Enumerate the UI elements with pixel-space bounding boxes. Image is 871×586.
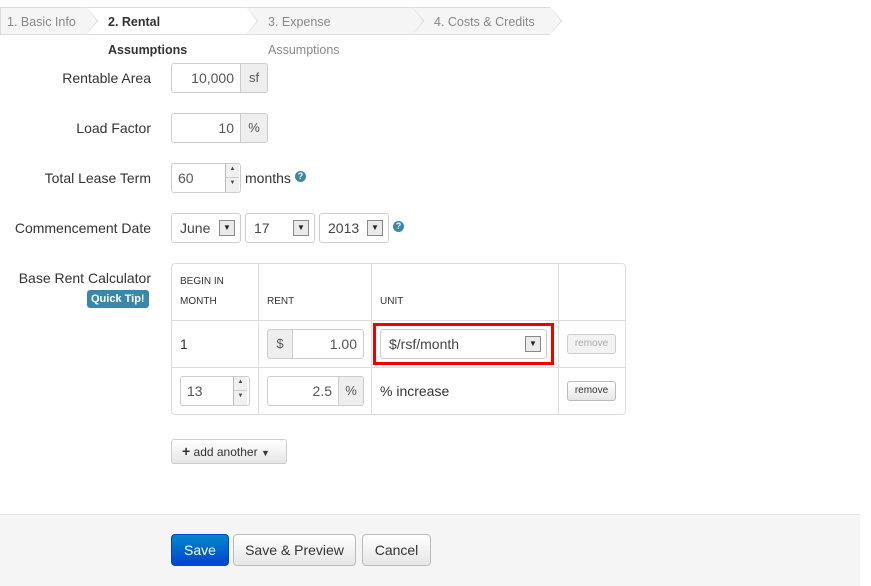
step-costs-credits[interactable]: 4. Costs & Credits	[412, 7, 562, 35]
lease-term-label: Total Lease Term	[44, 170, 151, 186]
month-select[interactable]: June ▼	[171, 213, 241, 243]
plus-icon: +	[182, 443, 191, 459]
highlight-box	[373, 323, 554, 365]
percent-addon: %	[338, 376, 364, 406]
spin-up-icon[interactable]: ▲	[226, 164, 239, 178]
row-divider	[172, 367, 625, 368]
column-divider	[258, 264, 259, 414]
row2-unit-text: % increase	[380, 383, 450, 399]
column-divider	[371, 264, 372, 414]
day-select[interactable]: 17 ▼	[245, 213, 315, 243]
step-rental-assumptions[interactable]: 2. Rental Assumptions	[86, 7, 258, 57]
spin-down-icon[interactable]: ▼	[226, 178, 239, 192]
cancel-button[interactable]: Cancel	[362, 534, 431, 566]
header-begin-line2: MONTH	[180, 296, 217, 307]
month-value: June	[180, 220, 211, 236]
rentable-area-label: Rentable Area	[62, 70, 151, 86]
months-label: months	[245, 170, 291, 186]
wizard-steps: 1. Basic Info 2. Rental Assumptions 3. E…	[0, 7, 562, 57]
row2-begin-value: 13	[187, 383, 203, 399]
dollar-addon: $	[267, 329, 293, 359]
add-another-label: add another	[193, 445, 258, 459]
base-rent-label: Base Rent Calculator	[18, 270, 151, 286]
step-expense-assumptions[interactable]: 3. Expense Assumptions	[246, 7, 424, 57]
step-basic-info[interactable]: 1. Basic Info	[0, 7, 98, 35]
header-begin-line1: BEGIN IN	[180, 276, 224, 287]
row1-begin: 1	[180, 336, 188, 352]
header-unit: UNIT	[380, 296, 404, 307]
quick-tip-badge[interactable]: Quick Tip!	[87, 290, 149, 308]
row1-remove-button[interactable]: remove	[567, 334, 616, 354]
percent-addon: %	[240, 113, 268, 143]
save-button[interactable]: Save	[171, 534, 229, 566]
load-factor-label: Load Factor	[76, 120, 151, 136]
dropdown-arrow-icon[interactable]: ▼	[367, 220, 383, 236]
sf-addon: sf	[240, 63, 268, 93]
form-footer: Save Save & Preview Cancel	[0, 514, 860, 586]
caret-down-icon: ▼	[260, 448, 270, 458]
add-another-button[interactable]: + add another ▼	[171, 439, 287, 464]
help-icon[interactable]: ?	[393, 221, 404, 232]
commencement-label: Commencement Date	[14, 220, 151, 236]
load-factor-input[interactable]: 10	[171, 113, 241, 143]
save-preview-button[interactable]: Save & Preview	[233, 534, 356, 566]
row-divider	[172, 320, 625, 321]
row2-spinner[interactable]: ▲ ▼	[233, 377, 247, 405]
header-rent: RENT	[267, 296, 295, 307]
day-value: 17	[254, 220, 270, 236]
help-icon[interactable]: ?	[295, 171, 306, 182]
lease-term-value: 60	[178, 170, 194, 186]
year-select[interactable]: 2013 ▼	[319, 213, 389, 243]
dropdown-arrow-icon[interactable]: ▼	[293, 220, 309, 236]
row2-remove-button[interactable]: remove	[567, 381, 616, 401]
rentable-area-input[interactable]: 10,000	[171, 63, 241, 93]
year-value: 2013	[328, 220, 360, 236]
spin-up-icon[interactable]: ▲	[234, 377, 247, 391]
dropdown-arrow-icon[interactable]: ▼	[219, 220, 235, 236]
lease-term-spinner[interactable]: ▲ ▼	[225, 164, 239, 192]
spin-down-icon[interactable]: ▼	[234, 391, 247, 405]
row1-rent-input[interactable]: 1.00	[292, 329, 364, 359]
row2-rent-input[interactable]: 2.5	[267, 376, 339, 406]
column-divider	[558, 264, 559, 414]
